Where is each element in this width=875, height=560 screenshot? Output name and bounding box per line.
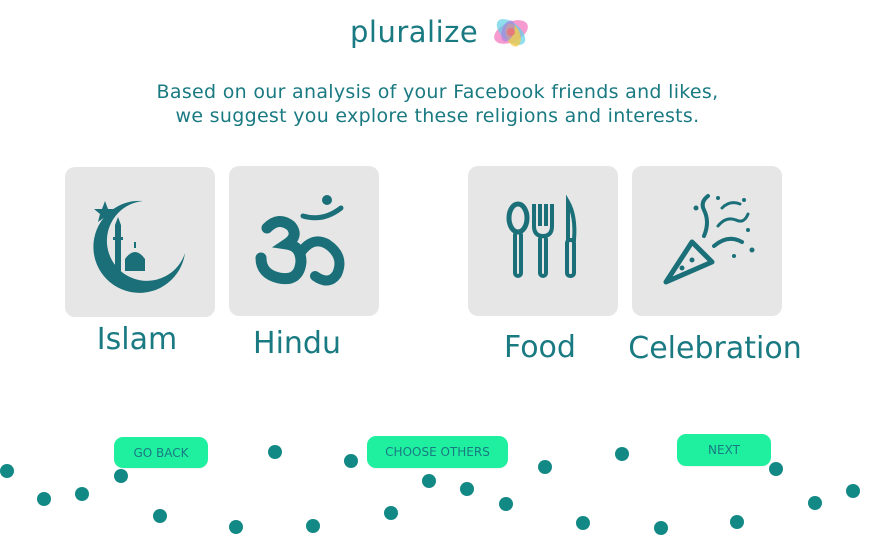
next-button[interactable]: NEXT bbox=[677, 434, 771, 466]
go-back-button[interactable]: GO BACK bbox=[114, 437, 208, 468]
decorative-dot bbox=[153, 509, 167, 523]
decorative-dot bbox=[306, 519, 320, 533]
suggestion-card-hindu[interactable] bbox=[229, 166, 379, 316]
decorative-dot bbox=[499, 497, 513, 511]
decorative-dot bbox=[576, 516, 590, 530]
choose-others-button[interactable]: CHOOSE OTHERS bbox=[367, 436, 508, 468]
suggestion-label-hindu: Hindu bbox=[253, 326, 341, 361]
suggestion-label-food: Food bbox=[504, 330, 576, 365]
decorative-dot bbox=[114, 469, 128, 483]
decorative-dot bbox=[344, 454, 358, 468]
pluralize-logo-icon bbox=[494, 19, 529, 47]
decorative-dot bbox=[75, 487, 89, 501]
decorative-dot bbox=[229, 520, 243, 534]
suggestion-card-food[interactable] bbox=[468, 166, 618, 316]
om-icon bbox=[255, 195, 345, 286]
brand-header: pluralize bbox=[350, 8, 534, 56]
decorative-dot bbox=[538, 460, 552, 474]
suggestion-label-celebration: Celebration bbox=[628, 331, 802, 366]
brand-name: pluralize bbox=[350, 15, 479, 49]
cutlery-icon bbox=[506, 194, 577, 278]
decorative-dot bbox=[422, 474, 436, 488]
crescent-mosque-icon bbox=[93, 200, 185, 293]
decorative-dot bbox=[846, 484, 860, 498]
decorative-dot bbox=[654, 521, 668, 535]
decorative-dot bbox=[769, 462, 783, 476]
intro-line-2: we suggest you explore these religions a… bbox=[175, 105, 700, 127]
decorative-dot bbox=[0, 464, 14, 478]
party-popper-icon bbox=[663, 194, 755, 285]
decorative-dot bbox=[37, 492, 51, 506]
decorative-dot bbox=[384, 506, 398, 520]
recommendation-intro: Based on our analysis of your Facebook f… bbox=[100, 80, 775, 128]
decorative-dot bbox=[808, 496, 822, 510]
decorative-dot bbox=[730, 515, 744, 529]
decorative-dot bbox=[615, 447, 629, 461]
decorative-dot bbox=[460, 482, 474, 496]
decorative-dot bbox=[268, 445, 282, 459]
suggestion-card-celebration[interactable] bbox=[632, 166, 782, 316]
suggestion-card-islam[interactable] bbox=[65, 167, 215, 317]
intro-line-1: Based on our analysis of your Facebook f… bbox=[156, 81, 719, 103]
